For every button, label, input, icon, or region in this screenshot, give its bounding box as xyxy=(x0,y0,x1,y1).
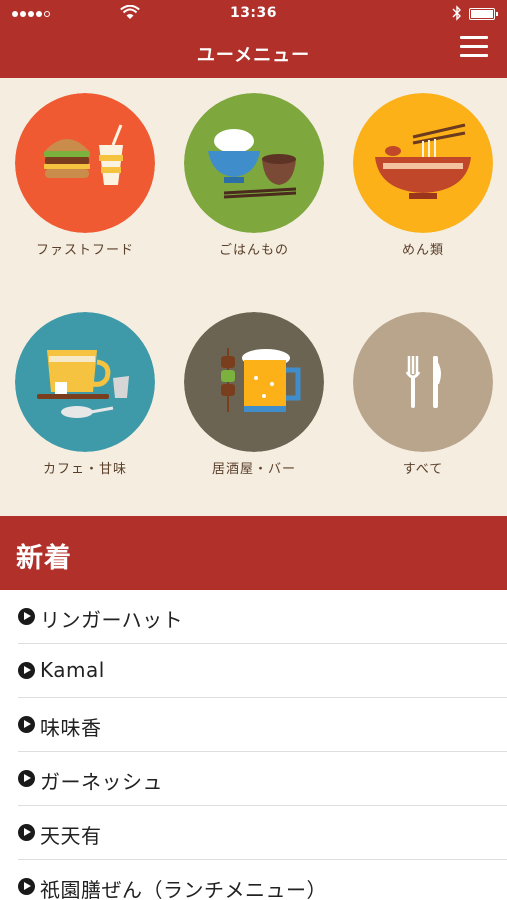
category-noodles[interactable]: めん類 xyxy=(348,93,498,258)
page-title: ユーメニュー xyxy=(196,45,311,66)
coffee-cup-icon xyxy=(15,312,155,452)
category-label: めん類 xyxy=(401,243,444,258)
category-rice[interactable]: ごはんもの xyxy=(179,93,329,258)
play-circle-icon xyxy=(18,662,35,679)
category-label: ごはんもの xyxy=(218,243,289,258)
list-item[interactable]: 祇園膳ぜん（ランチメニュー） xyxy=(18,860,507,900)
beer-skewer-icon xyxy=(184,312,324,452)
category-all[interactable]: すべて xyxy=(348,312,498,477)
list-item-label: 祇園膳ぜん（ランチメニュー） xyxy=(40,878,327,900)
list-item-label: リンガーハット xyxy=(40,608,184,632)
category-fast-food[interactable]: ファストフード xyxy=(10,93,160,258)
noodle-bowl-icon xyxy=(353,93,493,233)
play-circle-icon xyxy=(18,824,35,841)
category-label: カフェ・甘味 xyxy=(42,462,127,477)
category-label: ファストフード xyxy=(35,243,134,258)
hamburger-line xyxy=(460,45,488,48)
list-item-label: ガーネッシュ xyxy=(40,770,163,794)
status-bar: 13:36 xyxy=(0,0,507,28)
list-item[interactable]: ガーネッシュ xyxy=(18,752,507,806)
category-label: 居酒屋・バー xyxy=(211,462,296,477)
status-time: 13:36 xyxy=(229,5,278,21)
hamburger-line xyxy=(460,54,488,57)
list-item-label: 天天有 xyxy=(40,824,102,848)
play-circle-icon xyxy=(18,770,35,787)
rice-bowl-icon xyxy=(184,93,324,233)
nav-bar: ユーメニュー xyxy=(0,28,507,78)
list-item-label: 味味香 xyxy=(40,716,102,740)
category-label: すべて xyxy=(402,462,444,477)
play-circle-icon xyxy=(18,716,35,733)
hamburger-menu-button[interactable] xyxy=(458,36,490,62)
play-circle-icon xyxy=(18,608,35,625)
hamburger-drink-icon xyxy=(15,93,155,233)
category-grid: ファストフード ごはんもの めん類 カフェ・甘味 居酒屋・バー すべて xyxy=(0,78,507,516)
list-item[interactable]: 天天有 xyxy=(18,806,507,860)
list-item-label: Kamal xyxy=(40,658,105,682)
fork-knife-icon xyxy=(353,312,493,452)
list-item[interactable]: 味味香 xyxy=(18,698,507,752)
bluetooth-icon xyxy=(452,5,461,21)
hamburger-line xyxy=(460,36,488,39)
category-cafe[interactable]: カフェ・甘味 xyxy=(10,312,160,477)
battery-icon xyxy=(469,8,498,20)
play-circle-icon xyxy=(18,878,35,895)
new-items-list: リンガーハット Kamal 味味香 ガーネッシュ 天天有 祇園膳ぜん（ランチメニ… xyxy=(0,590,507,900)
list-item[interactable]: Kamal xyxy=(18,644,507,698)
new-section-header: 新着 xyxy=(0,516,507,590)
list-item[interactable]: リンガーハット xyxy=(18,590,507,644)
category-izakaya[interactable]: 居酒屋・バー xyxy=(179,312,329,477)
new-section-title: 新着 xyxy=(16,543,72,574)
